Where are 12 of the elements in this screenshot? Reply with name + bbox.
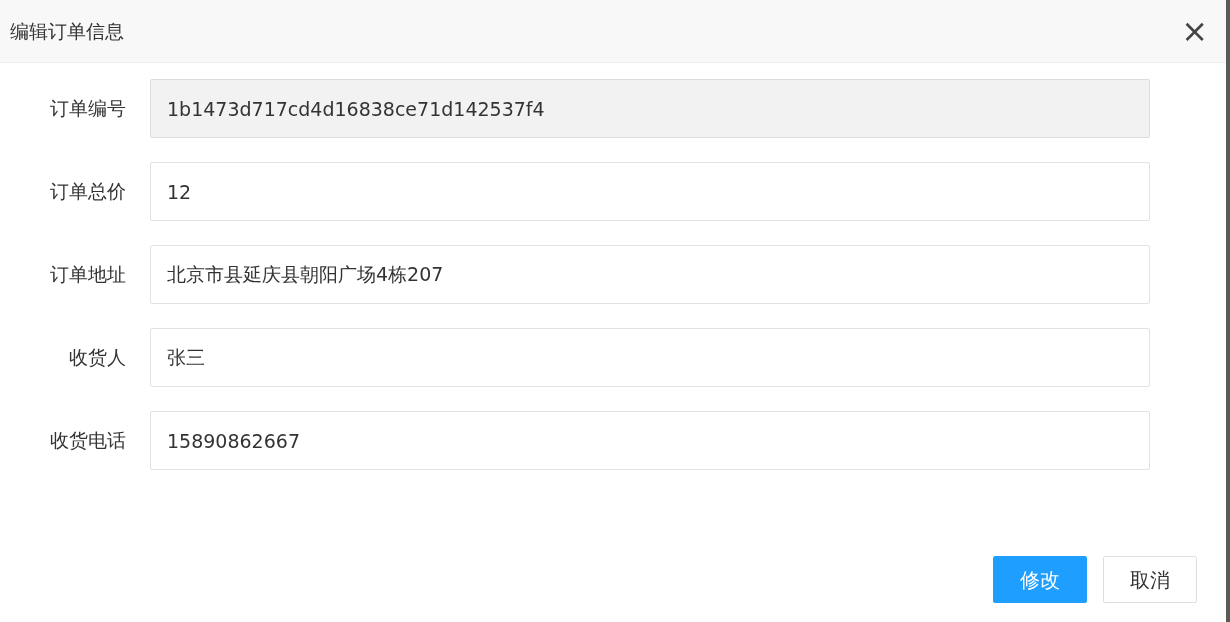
input-field[interactable]: 12 (150, 162, 1150, 221)
field-label: 订单总价 (49, 179, 127, 205)
cancel-button[interactable]: 取消 (1103, 556, 1197, 603)
close-button[interactable]: × (1177, 15, 1212, 47)
input-field[interactable]: 张三 (150, 328, 1150, 387)
field-label: 订单编号 (49, 96, 127, 122)
field-label: 收货电话 (49, 428, 127, 454)
field-label: 订单地址 (49, 262, 127, 288)
dialog-title: 编辑订单信息 (10, 18, 124, 44)
input-field[interactable]: 15890862667 (150, 411, 1150, 470)
input-field[interactable]: 北京市县延庆县朝阳广场4栋207 (150, 245, 1150, 304)
field-label: 收货人 (68, 345, 127, 371)
